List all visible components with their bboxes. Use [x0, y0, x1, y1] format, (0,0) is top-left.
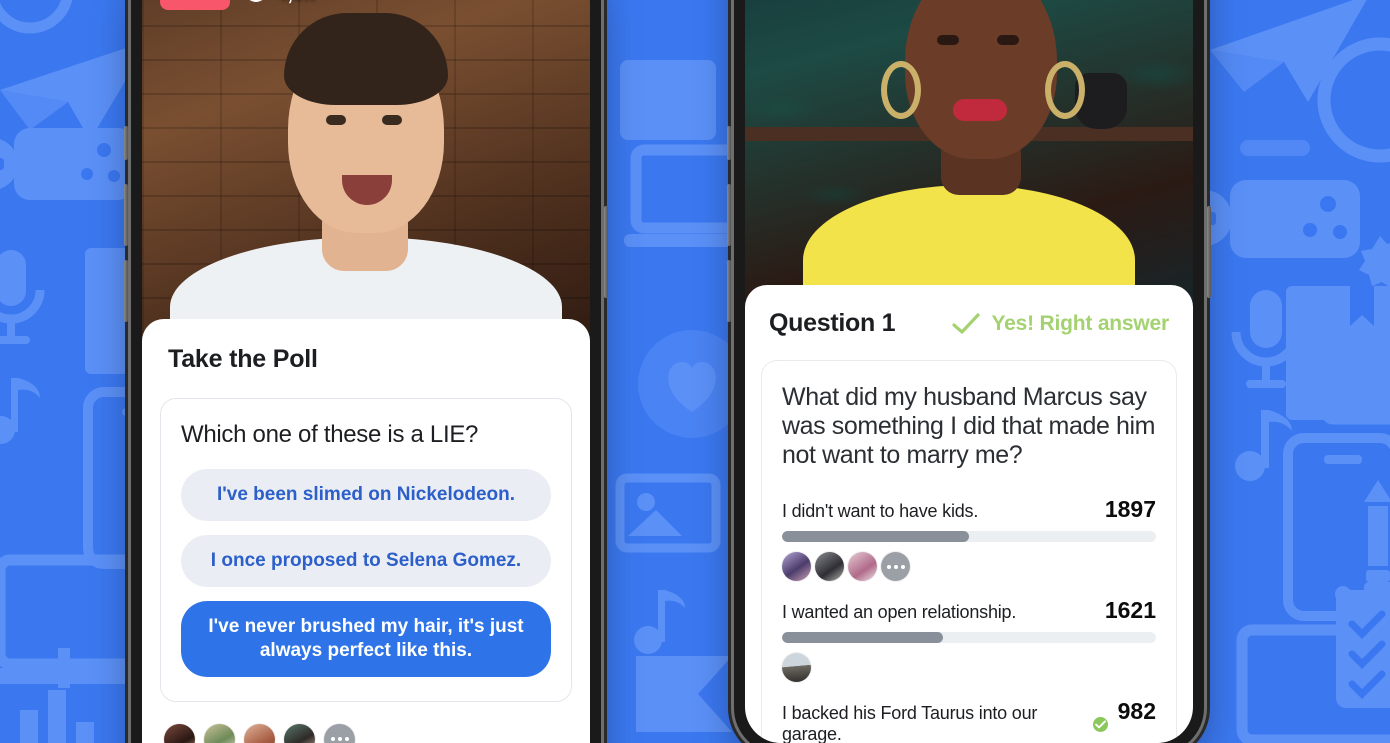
live-badge-left: LIVE: [160, 0, 231, 10]
quiz-answer-bar-fill: [782, 531, 969, 542]
streamer-head-right: [905, 0, 1057, 159]
phone-left: LIVE 4,5k Take the Poll: [124, 0, 608, 743]
quiz-answer-row-correct[interactable]: I backed his Ford Taurus into our garage…: [782, 698, 1156, 743]
phone-left-volume-down-button[interactable]: [124, 260, 128, 322]
poll-option-3-selected[interactable]: I've never brushed my hair, it's just al…: [181, 600, 551, 677]
ellipsis-icon[interactable]: [881, 552, 910, 581]
earring-left-icon: [881, 61, 921, 119]
phone-left-mute-button[interactable]: [124, 126, 128, 160]
quiz-answer-head: I didn't want to have kids. 1897: [782, 496, 1156, 523]
phone-left-screen: LIVE 4,5k Take the Poll: [142, 0, 590, 743]
quiz-answer-bar-fill: [782, 632, 943, 643]
ellipsis-icon[interactable]: [324, 723, 355, 743]
streamer-eye-right-l: [937, 35, 959, 45]
quiz-answer-count: 1897: [1104, 496, 1156, 522]
quiz-answer-count: 1621: [1104, 597, 1156, 623]
quiz-answer-head: I backed his Ford Taurus into our garage…: [782, 698, 1156, 743]
poll-sheet: Take the Poll Which one of these is a LI…: [142, 319, 590, 743]
poll-voters: Jessica Kim, Henrik Ryberg and 16 others: [142, 702, 590, 743]
avatar[interactable]: [848, 552, 877, 581]
live-status-row-left: LIVE 4,5k: [160, 0, 315, 10]
quiz-answer-voters: [782, 653, 1156, 682]
avatar[interactable]: [244, 723, 275, 743]
avatar[interactable]: [782, 552, 811, 581]
quiz-answer-bar-track: [782, 531, 1156, 542]
phone-left-volume-up-button[interactable]: [124, 184, 128, 246]
live-video-right[interactable]: LIVE 4,5k: [745, 0, 1193, 315]
quiz-answer-label-text: I backed his Ford Taurus into our garage…: [782, 703, 1038, 743]
phone-right-mute-button[interactable]: [727, 126, 731, 160]
quiz-answer-head: I wanted an open relationship. 1621: [782, 597, 1156, 624]
quiz-answer-row[interactable]: I didn't want to have kids. 1897: [782, 496, 1156, 581]
quiz-answer-voters: [782, 552, 1156, 581]
phone-right-screen: LIVE 4,5k Question 1: [745, 0, 1193, 743]
poll-option-1[interactable]: I've been slimed on Nickelodeon.: [181, 469, 551, 521]
quiz-question: What did my husband Marcus say was somet…: [782, 383, 1156, 469]
quiz-answer-count: 982: [1117, 698, 1156, 724]
poll-voter-avatars: [164, 723, 568, 743]
quiz-answer-row[interactable]: I wanted an open relationship. 1621: [782, 597, 1156, 682]
viewer-count-left-value: 4,5k: [276, 0, 315, 6]
poll-question: Which one of these is a LIE?: [181, 421, 479, 448]
phone-right-volume-up-button[interactable]: [727, 184, 731, 246]
avatar[interactable]: [782, 653, 811, 682]
poll-card: Which one of these is a LIE? I've been s…: [160, 398, 572, 702]
viewer-count-left: 4,5k: [244, 0, 315, 6]
earring-right-icon: [1045, 61, 1085, 119]
streamer-hair-left: [284, 13, 448, 105]
live-video-left[interactable]: LIVE 4,5k: [142, 0, 590, 367]
quiz-status-text: Yes! Right answer: [991, 311, 1170, 335]
avatar[interactable]: [815, 552, 844, 581]
verified-check-icon: [1092, 716, 1108, 732]
poll-option-2[interactable]: I once proposed to Selena Gomez.: [181, 534, 551, 587]
eye-icon: [244, 0, 268, 3]
streamer-eye-left-r: [382, 115, 402, 125]
avatar[interactable]: [284, 723, 315, 743]
avatar[interactable]: [204, 723, 235, 743]
quiz-answer-label: I wanted an open relationship.: [782, 602, 1017, 622]
streamer-eye-right-r: [997, 35, 1019, 45]
quiz-answer-bar-track: [782, 632, 1156, 643]
phone-right-volume-down-button[interactable]: [727, 260, 731, 322]
quiz-answer-label-correct: I backed his Ford Taurus into our garage…: [782, 703, 1108, 743]
screenshot-stage: LIVE 4,5k Take the Poll: [0, 0, 1390, 743]
phone-right: LIVE 4,5k Question 1: [727, 0, 1211, 743]
quiz-status-badge: Yes! Right answer: [951, 311, 1170, 336]
quiz-answer-label: I didn't want to have kids.: [782, 501, 979, 521]
phone-left-power-button[interactable]: [604, 206, 608, 298]
quiz-header: Question 1 Yes! Right answer: [745, 285, 1193, 338]
check-icon: [951, 312, 981, 336]
poll-sheet-title: Take the Poll: [168, 345, 318, 373]
streamer-eye-left-l: [326, 115, 346, 125]
streamer-lips-right: [953, 99, 1007, 121]
quiz-title: Question 1: [769, 309, 896, 337]
phone-right-power-button[interactable]: [1207, 206, 1211, 298]
quiz-sheet: Question 1 Yes! Right answer What did my…: [745, 285, 1193, 743]
quiz-card: What did my husband Marcus say was somet…: [761, 360, 1177, 743]
avatar[interactable]: [164, 723, 195, 743]
